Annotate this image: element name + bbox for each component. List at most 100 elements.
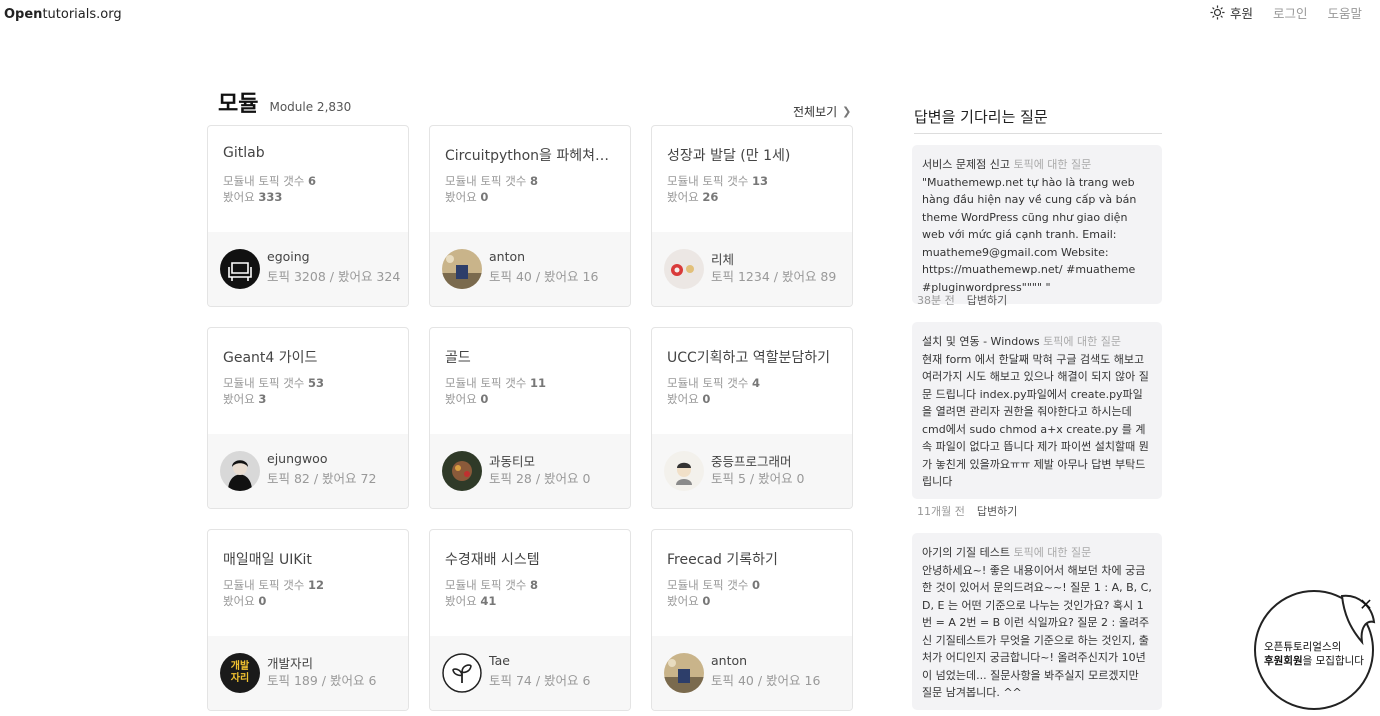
views-count: 3 [258, 392, 267, 406]
view-all-label: 전체보기 [793, 105, 838, 119]
topic-count-label: 모듈내 토픽 갯수 [223, 578, 305, 592]
module-author[interactable]: 중등프로그래머 토픽 5 / 봤어요 0 [652, 434, 852, 508]
question-topic[interactable]: 아기의 기질 테스트 [922, 546, 1010, 559]
module-card[interactable]: 매일매일 UIKit 모듈내 토픽 갯수 12 봤어요 0 개발 자리 개발자리 토픽 1… [207, 529, 409, 711]
question-card[interactable]: 아기의 기질 테스트 토픽에 대한 질문 안녕하세요~! 좋은 내용이어서 해보던… [912, 533, 1162, 710]
promo-text: 오픈튜토리얼스의 후원회원을 모집합니다 [1264, 640, 1376, 668]
module-meta: 모듈내 토픽 갯수 12 봤어요 0 [223, 577, 324, 609]
views-count: 0 [258, 594, 267, 608]
module-meta: 모듈내 토픽 갯수 11 봤어요 0 [445, 375, 546, 407]
module-meta: 모듈내 토픽 갯수 8 봤어요 0 [445, 173, 538, 205]
views-label: 봤어요 [445, 594, 477, 608]
login-link[interactable]: 로그인 [1273, 3, 1308, 22]
promo-line2: 을 모집합니다 [1302, 655, 1364, 667]
module-card[interactable]: Gitlab 모듈내 토픽 갯수 6 봤어요 333 egoing 토픽 3208 / … [207, 125, 409, 307]
question-card[interactable]: 서비스 문제점 신고 토픽에 대한 질문 "Muathemewp.net tự h… [912, 145, 1162, 304]
views-count: 0 [480, 392, 489, 406]
topic-count: 11 [530, 376, 547, 390]
author-stats: 토픽 189 / 봤어요 6 [267, 673, 377, 688]
views-count: 0 [702, 392, 711, 406]
topic-count: 13 [752, 174, 769, 188]
question-ref-label: 토픽에 대한 질문 [1043, 335, 1122, 348]
topic-count: 4 [752, 376, 761, 390]
module-title[interactable]: 골드 [445, 347, 620, 367]
module-meta: 모듈내 토픽 갯수 6 봤어요 333 [223, 173, 316, 205]
module-card[interactable]: Circuitpython을 파헤쳐보... 모듈내 토픽 갯수 8 봤어요 0 an… [429, 125, 631, 307]
sun-icon [1210, 5, 1225, 20]
module-author[interactable]: Tae 토픽 74 / 봤어요 6 [430, 636, 630, 710]
module-author[interactable]: 개발 자리 개발자리 토픽 189 / 봤어요 6 [208, 636, 408, 710]
module-author[interactable]: 과동티모 토픽 28 / 봤어요 0 [430, 434, 630, 508]
author-name: ejungwoo [267, 451, 328, 466]
topic-count: 8 [530, 578, 539, 592]
question-time: 38분 전 [917, 294, 955, 307]
views-label: 봤어요 [445, 392, 477, 406]
module-title[interactable]: 성장과 발달 (만 1세) [667, 145, 842, 165]
promo-line1: 오픈튜토리얼스의 [1264, 641, 1342, 653]
view-all-link[interactable]: 전체보기 ❯ [793, 103, 851, 120]
close-icon[interactable]: ✕ [1358, 597, 1374, 613]
module-title[interactable]: Geant4 가이드 [223, 347, 398, 367]
author-stats: 토픽 82 / 봤어요 72 [267, 471, 377, 486]
views-count: 41 [480, 594, 497, 608]
question-body: 현재 form 에서 한달째 막혀 구글 검색도 해보고 여러가지 시도 해보고… [922, 352, 1149, 489]
author-name: anton [489, 249, 526, 264]
topic-count: 6 [308, 174, 317, 188]
answer-link[interactable]: 답변하기 [967, 294, 1007, 307]
module-title[interactable]: Freecad 기록하기 [667, 549, 842, 569]
sprout-avatar [442, 653, 482, 693]
views-count: 0 [480, 190, 489, 204]
author-name: anton [711, 653, 748, 668]
person-avatar [220, 451, 260, 491]
topic-count-label: 모듈내 토픽 갯수 [667, 174, 749, 188]
site-logo[interactable]: Opentutorials.org [4, 7, 122, 22]
views-count: 0 [702, 594, 711, 608]
module-author[interactable]: anton 토픽 40 / 봤어요 16 [430, 232, 630, 306]
module-title[interactable]: 매일매일 UIKit [223, 549, 398, 569]
module-title[interactable]: Gitlab [223, 145, 398, 161]
topic-count: 12 [308, 578, 325, 592]
desk-photo-avatar [664, 653, 704, 693]
modules-title: 모듈 [218, 92, 259, 117]
topic-count-label: 모듈내 토픽 갯수 [445, 376, 527, 390]
author-stats: 토픽 40 / 봤어요 16 [711, 673, 821, 688]
module-title[interactable]: Circuitpython을 파헤쳐보... [445, 145, 620, 165]
help-link[interactable]: 도움말 [1327, 3, 1362, 22]
question-topic[interactable]: 서비스 문제점 신고 [922, 158, 1010, 171]
module-author[interactable]: egoing 토픽 3208 / 봤어요 324 [208, 232, 408, 306]
topic-count: 0 [752, 578, 761, 592]
module-card[interactable]: Freecad 기록하기 모듈내 토픽 갯수 0 봤어요 0 anton 토픽 40 /… [651, 529, 853, 711]
module-meta: 모듈내 토픽 갯수 13 봤어요 26 [667, 173, 768, 205]
question-topic[interactable]: 설치 및 연동 - Windows [922, 335, 1040, 348]
module-card[interactable]: 수경재배 시스템 모듈내 토픽 갯수 8 봤어요 41 Tae 토픽 74 / 봤어요 … [429, 529, 631, 711]
question-meta: 38분 전 답변하기 [917, 292, 1007, 308]
module-card[interactable]: Geant4 가이드 모듈내 토픽 갯수 53 봤어요 3 ejungwoo 토픽 82… [207, 327, 409, 509]
question-body: 안녕하세요~! 좋은 내용이어서 해보던 차에 궁금한 것이 있어서 문의드려요… [922, 563, 1152, 700]
module-author[interactable]: ejungwoo 토픽 82 / 봤어요 72 [208, 434, 408, 508]
module-card[interactable]: UCC기획하고 역할분담하기 모듈내 토픽 갯수 4 봤어요 0 중등프로그래머 토픽 … [651, 327, 853, 509]
module-title[interactable]: UCC기획하고 역할분담하기 [667, 347, 842, 367]
question-meta: 11개월 전 답변하기 [917, 503, 1017, 519]
answer-link[interactable]: 답변하기 [977, 505, 1017, 518]
views-count: 333 [258, 190, 283, 204]
module-author[interactable]: anton 토픽 40 / 봤어요 16 [652, 636, 852, 710]
module-card[interactable]: 골드모듈내 토픽 갯수 11 봤어요 0 과동티모 토픽 28 / 봤어요 0 [429, 327, 631, 509]
views-label: 봤어요 [223, 392, 255, 406]
modules-count: Module 2,830 [269, 100, 352, 114]
macaron-avatar [664, 249, 704, 289]
module-title[interactable]: 수경재배 시스템 [445, 549, 620, 569]
module-author[interactable]: 리체 토픽 1234 / 봤어요 89 [652, 232, 852, 306]
sponsor-label: 후원 [1229, 6, 1253, 21]
question-card[interactable]: 설치 및 연동 - Windows 토픽에 대한 질문현재 form 에서 한달… [912, 322, 1162, 499]
questions-title: 답변을 기다리는 질문 [914, 106, 1162, 134]
author-name: Tae [489, 653, 510, 668]
question-body: "Muathemewp.net tự hào là trang web hàng… [922, 175, 1137, 294]
topic-count: 53 [308, 376, 325, 390]
logo-text: tutorials.org [42, 7, 122, 22]
sponsor-link[interactable]: 후원 [1210, 3, 1253, 22]
question-time: 11개월 전 [917, 505, 965, 518]
module-card[interactable]: 성장과 발달 (만 1세) 모듈내 토픽 갯수 13 봤어요 26 리체 토픽 1234… [651, 125, 853, 307]
author-stats: 토픽 74 / 봤어요 6 [489, 673, 591, 688]
views-label: 봤어요 [223, 190, 255, 204]
topic-count-label: 모듈내 토픽 갯수 [667, 578, 749, 592]
